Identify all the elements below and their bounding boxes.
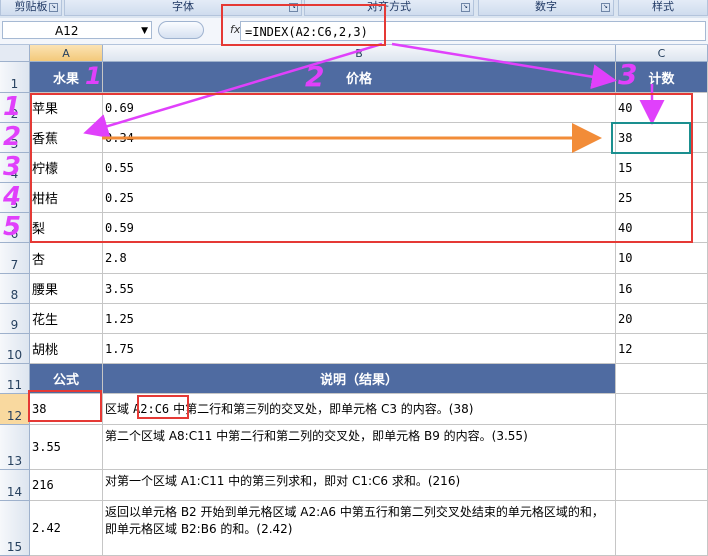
annotation-overlay — [83, 42, 665, 153]
annotation-col-2: 2 — [305, 60, 325, 93]
arrow-to-col-3 — [391, 42, 617, 90]
annotation-row-4: 4 — [3, 182, 22, 212]
annotation-row-1: 1 — [3, 92, 22, 122]
annotation-row-2: 2 — [3, 122, 22, 152]
annotation-row-3: 3 — [3, 152, 22, 182]
arrow-to-row-2 — [83, 42, 383, 139]
annotation-row-5: 5 — [3, 212, 22, 242]
annotation-col-3: 3 — [618, 58, 638, 91]
annotation-col-1: 1 — [85, 62, 102, 90]
